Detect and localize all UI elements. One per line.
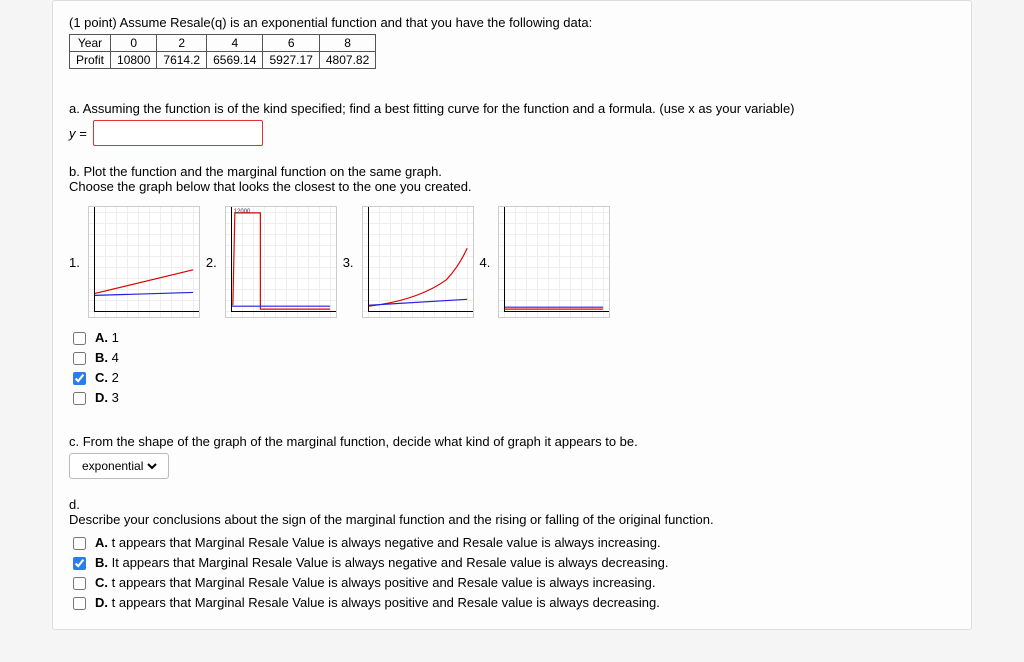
choice-row: D. 3 — [69, 388, 955, 408]
choice-text: t appears that Marginal Resale Value is … — [112, 535, 661, 550]
choice-letter: A. — [95, 330, 108, 345]
graph-type-select[interactable]: exponential — [78, 458, 160, 474]
cell: 7614.2 — [157, 52, 207, 69]
choice-value: 2 — [112, 370, 119, 385]
d-choice-checkbox-d[interactable] — [73, 597, 86, 610]
data-table: Year 0 2 4 6 8 Profit 10800 7614.2 6569.… — [69, 34, 376, 69]
cell: 6 — [263, 35, 319, 52]
choice-row: B. It appears that Marginal Resale Value… — [69, 553, 955, 573]
d-choice-checkbox-c[interactable] — [73, 577, 86, 590]
graph-thumb-4 — [498, 206, 610, 318]
row-label: Profit — [70, 52, 111, 69]
graphs-row: 1. 2. 12000 3. — [69, 206, 955, 318]
points-label: (1 point) — [69, 15, 120, 30]
cell: 0 — [111, 35, 157, 52]
choice-value: 1 — [112, 330, 119, 345]
choice-row: A. 1 — [69, 328, 955, 348]
choice-letter: C. — [95, 575, 108, 590]
cell: 6569.14 — [207, 52, 263, 69]
graph-type-select-wrap[interactable]: exponential — [69, 453, 169, 479]
choice-checkbox-d[interactable] — [73, 392, 86, 405]
choice-value: 4 — [112, 350, 119, 365]
graph-thumb-2: 12000 — [225, 206, 337, 318]
choice-letter: A. — [95, 535, 108, 550]
cell: 5927.17 — [263, 52, 319, 69]
d-choice-checkbox-b[interactable] — [73, 557, 86, 570]
graph-label: 4. — [480, 255, 491, 270]
cell: 10800 — [111, 52, 157, 69]
choice-row: A. t appears that Marginal Resale Value … — [69, 533, 955, 553]
formula-input[interactable] — [93, 120, 263, 146]
row-label: Year — [70, 35, 111, 52]
graph-label: 2. — [206, 255, 217, 270]
part-a-text: a. Assuming the function is of the kind … — [69, 101, 955, 116]
graph-label: 3. — [343, 255, 354, 270]
choice-value: 3 — [112, 390, 119, 405]
part-d-heading: d. — [69, 497, 955, 512]
d-choice-checkbox-a[interactable] — [73, 537, 86, 550]
table-row: Profit 10800 7614.2 6569.14 5927.17 4807… — [70, 52, 376, 69]
formula-lhs: y = — [69, 126, 87, 141]
choice-letter: D. — [95, 595, 108, 610]
choice-text: t appears that Marginal Resale Value is … — [112, 595, 660, 610]
choice-row: C. 2 — [69, 368, 955, 388]
cell: 2 — [157, 35, 207, 52]
table-row: Year 0 2 4 6 8 — [70, 35, 376, 52]
cell: 4807.82 — [319, 52, 375, 69]
choice-checkbox-c[interactable] — [73, 372, 86, 385]
choice-text: It appears that Marginal Resale Value is… — [112, 555, 669, 570]
part-b-choices: A. 1 B. 4 C. 2 D. 3 — [69, 328, 955, 408]
part-d-text: Describe your conclusions about the sign… — [69, 512, 955, 527]
choice-letter: D. — [95, 390, 108, 405]
part-b-line2: Choose the graph below that looks the cl… — [69, 179, 955, 194]
choice-row: C. t appears that Marginal Resale Value … — [69, 573, 955, 593]
choice-row: D. t appears that Marginal Resale Value … — [69, 593, 955, 613]
question-card: (1 point) Assume Resale(q) is an exponen… — [52, 0, 972, 630]
choice-letter: B. — [95, 350, 108, 365]
cell: 8 — [319, 35, 375, 52]
choice-row: B. 4 — [69, 348, 955, 368]
graph-thumb-1 — [88, 206, 200, 318]
part-d-choices: A. t appears that Marginal Resale Value … — [69, 533, 955, 613]
prompt-text: Assume Resale(q) is an exponential funct… — [120, 15, 593, 30]
graph-thumb-3 — [362, 206, 474, 318]
choice-checkbox-a[interactable] — [73, 332, 86, 345]
choice-letter: B. — [95, 555, 108, 570]
graph-label: 1. — [69, 255, 80, 270]
part-c-text: c. From the shape of the graph of the ma… — [69, 434, 955, 449]
cell: 4 — [207, 35, 263, 52]
choice-letter: C. — [95, 370, 108, 385]
part-b-line1: b. Plot the function and the marginal fu… — [69, 164, 955, 179]
choice-text: t appears that Marginal Resale Value is … — [112, 575, 656, 590]
question-header: (1 point) Assume Resale(q) is an exponen… — [69, 15, 955, 30]
choice-checkbox-b[interactable] — [73, 352, 86, 365]
